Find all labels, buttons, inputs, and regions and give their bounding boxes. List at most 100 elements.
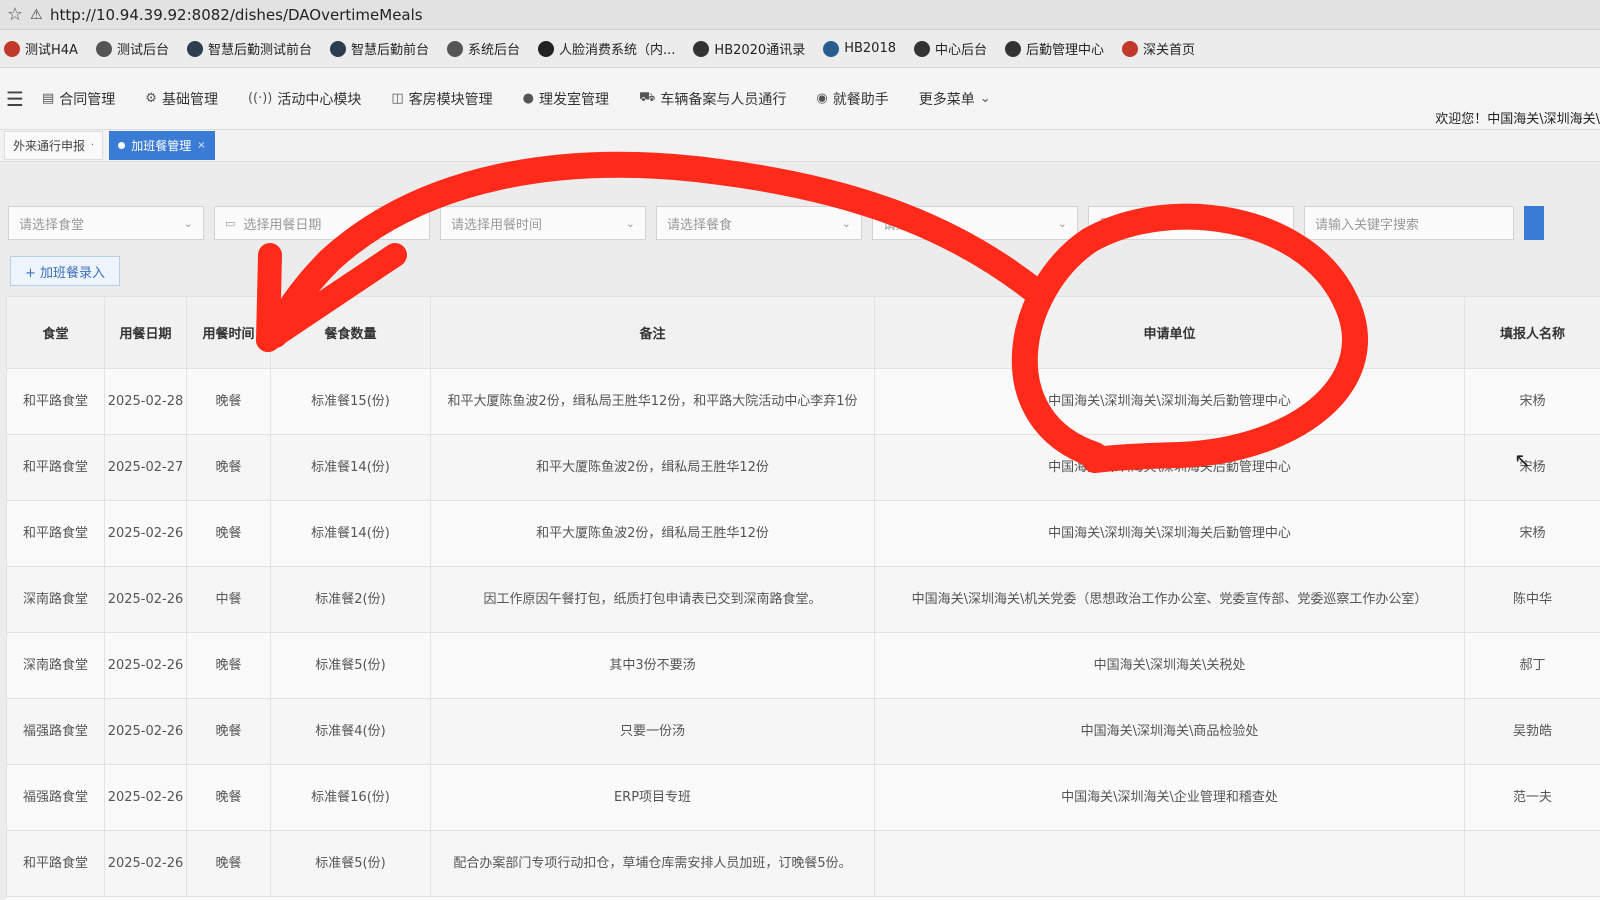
meal-icon: ◉	[816, 91, 828, 106]
bookmark-favicon-icon	[186, 40, 203, 57]
column-header[interactable]: 申请单位	[874, 296, 1465, 369]
other-placeholder: 请选择	[883, 217, 923, 233]
cell-person	[1464, 830, 1600, 897]
nav-item-label: 更多菜单	[918, 91, 975, 108]
nav-item-label: 基础管理	[161, 91, 218, 108]
cell-qty: 标准餐5(份)	[270, 632, 431, 699]
address-bar[interactable]: ☆ ⚠ http://10.94.39.92:8082/dishes/DAOve…	[0, 0, 1600, 30]
chevron-down-icon: ⌄	[841, 216, 851, 230]
cell-qty: 标准餐14(份)	[270, 500, 431, 567]
table-row[interactable]: 和平路食堂 2025-02-28 晚餐 标准餐15(份) 和平大厦陈鱼波2份，缉私局王胜…	[6, 368, 1600, 435]
bookmark-item[interactable]: 测试H4A	[4, 39, 78, 58]
time-select[interactable]: 请选择用餐时间 ⌄	[440, 206, 646, 240]
security-warning-icon[interactable]: ⚠	[30, 7, 50, 23]
bookmark-label: 深关首页	[1143, 43, 1196, 58]
cell-canteen: 和平路食堂	[6, 434, 105, 501]
date-picker[interactable]: ▭ 选择用餐日期	[214, 206, 430, 240]
supplement-select[interactable]: 是否补单	[1088, 206, 1294, 240]
cell-time: 晚餐	[186, 434, 271, 501]
bookmark-item[interactable]: 智慧后勤前台	[329, 39, 429, 58]
chevron-down-icon: ⌄	[625, 216, 635, 230]
close-icon[interactable]: ×	[197, 140, 205, 151]
meal-table: 食堂 用餐日期 用餐时间 餐食数量 备注 申请单位 填报人名称 和平路食堂 2025-02-2…	[6, 296, 1600, 900]
chevron-down-icon: ⌄	[183, 216, 193, 230]
column-header[interactable]: 餐食数量	[270, 296, 431, 369]
cell-unit	[874, 830, 1465, 897]
nav-item[interactable]: ● 理发室管理	[523, 89, 609, 109]
menu-toggle-icon[interactable]: ☰	[6, 87, 42, 111]
cell-unit: 中国海关\深圳海关\关税处	[874, 632, 1465, 699]
tab-visitor-pass[interactable]: 外来通行申报 ·	[4, 131, 104, 160]
cell-unit: 中国海关\深圳海关\深圳海关后勤管理中心	[874, 368, 1465, 435]
cell-person: 吴勃皓	[1464, 698, 1600, 765]
nav-item-label: 理发室管理	[539, 91, 610, 108]
car-icon: ⛟	[639, 90, 656, 105]
canteen-select[interactable]: 请选择食堂 ⌄	[8, 206, 204, 240]
bookmark-item[interactable]: 后勤管理中心	[1005, 39, 1104, 58]
nav-item[interactable]: ⚙ 基础管理	[145, 89, 218, 109]
cell-time: 晚餐	[186, 764, 271, 831]
nav-item[interactable]: 更多菜单 ⌄	[919, 89, 991, 109]
close-icon[interactable]: ·	[91, 140, 94, 151]
bookmark-label: 后勤管理中心	[1026, 43, 1105, 58]
bookmark-item[interactable]: 人脸消费系统（内...	[538, 39, 675, 58]
bookmark-favicon-icon	[329, 40, 346, 57]
cell-time: 中餐	[186, 566, 271, 633]
cell-date: 2025-02-26	[104, 566, 187, 633]
keyword-search-input[interactable]: 请输入关键字搜索	[1304, 206, 1514, 240]
tab-overtime-meal[interactable]: 加班餐管理 ×	[109, 131, 215, 160]
bookmark-item[interactable]: 深关首页	[1122, 39, 1195, 58]
nav-item[interactable]: ◫ 客房模块管理	[391, 89, 492, 109]
table-row[interactable]: 福强路食堂 2025-02-26 晚餐 标准餐4(份) 只要一份汤 中国海关\深圳海关\商…	[6, 698, 1600, 765]
bookmark-item[interactable]: 智慧后勤测试前台	[186, 39, 312, 58]
table-row[interactable]: 和平路食堂 2025-02-27 晚餐 标准餐14(份) 和平大厦陈鱼波2份，缉私局王胜…	[6, 434, 1600, 501]
table-row[interactable]: 福强路食堂 2025-02-26 晚餐 标准餐16(份) ERP项目专班 中国海关\深圳海…	[6, 764, 1600, 831]
cell-time: 晚餐	[186, 632, 271, 699]
bookmark-favicon-icon	[913, 40, 930, 57]
table-row[interactable]: 深南路食堂 2025-02-26 晚餐 标准餐5(份) 其中3份不要汤 中国海关\深圳海关…	[6, 632, 1600, 699]
cell-time: 晚餐	[186, 698, 271, 765]
table-row[interactable]: 和平路食堂 2025-02-26 晚餐 标准餐5(份) 配合办案部门专项行动扣仓，草埔仓…	[6, 830, 1600, 897]
cell-time: 晚餐	[186, 500, 271, 567]
column-header[interactable]: 备注	[430, 296, 875, 369]
nav-item[interactable]: ▤ 合同管理	[42, 89, 115, 109]
date-placeholder: 选择用餐日期	[243, 217, 322, 233]
add-overtime-meal-button[interactable]: + 加班餐录入	[10, 256, 121, 286]
url-text[interactable]: http://10.94.39.92:8082/dishes/DAOvertim…	[50, 6, 423, 24]
column-header[interactable]: 食堂	[6, 296, 105, 369]
cell-note: 因工作原因午餐打包，纸质打包申请表已交到深南路食堂。	[430, 566, 875, 633]
nav-item[interactable]: ◉ 就餐助手	[816, 89, 888, 109]
bookmark-item[interactable]: 系统后台	[447, 39, 520, 58]
cell-date: 2025-02-26	[104, 830, 187, 897]
cell-qty: 标准餐2(份)	[270, 566, 431, 633]
cell-date: 2025-02-27	[104, 434, 187, 501]
column-header[interactable]: 用餐时间	[186, 296, 271, 369]
bookmark-item[interactable]: 测试后台	[95, 39, 169, 58]
keyword-placeholder: 请输入关键字搜索	[1315, 217, 1420, 233]
table-header-row: 食堂 用餐日期 用餐时间 餐食数量 备注 申请单位 填报人名称	[6, 296, 1600, 369]
bookmark-item[interactable]: 中心后台	[913, 39, 987, 58]
cell-note: 只要一份汤	[430, 698, 875, 765]
bookmark-item[interactable]: HB2018	[823, 40, 896, 57]
search-button[interactable]	[1524, 206, 1544, 240]
meal-select[interactable]: 请选择餐食 ⌄	[656, 206, 862, 240]
nav-item[interactable]: ((·)) 活动中心模块	[248, 89, 361, 109]
cell-unit: 中国海关\深圳海关\商品检验处	[874, 698, 1465, 765]
bookmark-label: 人脸消费系统（内...	[559, 43, 676, 58]
cell-canteen: 和平路食堂	[6, 368, 105, 435]
bookmark-star-icon[interactable]: ☆	[0, 4, 30, 25]
bookmark-item[interactable]: HB2020通讯录	[693, 39, 805, 58]
cell-canteen: 福强路食堂	[6, 764, 105, 831]
table-row[interactable]: 和平路食堂 2025-02-26 晚餐 标准餐14(份) 和平大厦陈鱼波2份，缉私局王胜…	[6, 500, 1600, 567]
cell-note: 和平大厦陈鱼波2份，缉私局王胜华12份，和平路大院活动中心李弃1份	[430, 368, 875, 435]
add-button-label: + 加班餐录入	[25, 265, 106, 281]
column-header[interactable]: 用餐日期	[104, 296, 187, 369]
column-header[interactable]: 填报人名称	[1464, 296, 1600, 369]
cell-person: 宋杨	[1464, 368, 1600, 435]
supplement-placeholder: 是否补单	[1099, 217, 1152, 233]
table-row[interactable]: 深南路食堂 2025-02-26 中餐 标准餐2(份) 因工作原因午餐打包，纸质打包申请…	[6, 566, 1600, 633]
nav-item[interactable]: ⛟ 车辆备案与人员通行	[639, 89, 786, 109]
cell-unit: 中国海关\深圳海关\机关党委（思想政治工作办公室、党委宣传部、党委巡察工作办公室…	[874, 566, 1465, 633]
other-select[interactable]: 请选择 ⌄	[872, 206, 1078, 240]
cell-unit: 中国海关\深圳海关\企业管理和稽查处	[874, 764, 1465, 831]
